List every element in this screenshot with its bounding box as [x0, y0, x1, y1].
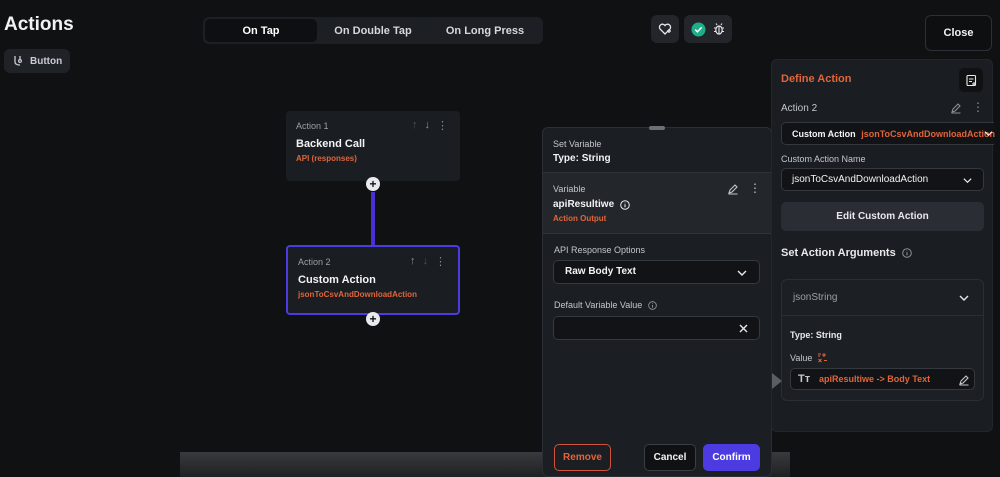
edit-icon[interactable]: [958, 374, 970, 386]
tab-on-long-press[interactable]: On Long Press: [429, 19, 541, 42]
drag-handle[interactable]: [649, 126, 665, 130]
action-node-name: Custom Action: [298, 274, 376, 286]
more-vertical-icon[interactable]: ⋮: [749, 181, 761, 195]
define-action-heading: Define Action: [781, 73, 852, 85]
branch-icon: [12, 55, 24, 67]
arrow-up-icon[interactable]: ↑: [410, 255, 416, 268]
action-type-value: jsonToCsvAndDownloadAction: [861, 129, 996, 139]
add-action-button[interactable]: +: [366, 312, 380, 326]
chevron-down-icon: [962, 175, 973, 186]
action-node-2[interactable]: Action 2 Custom Action jsonToCsvAndDownl…: [286, 245, 460, 315]
api-options-value: Raw Body Text: [565, 266, 636, 277]
edit-custom-action-button[interactable]: Edit Custom Action: [781, 202, 984, 231]
action-node-name: Backend Call: [296, 138, 366, 150]
variable-name: apiResultiwe: [553, 199, 615, 210]
default-value-label: Default Variable Value: [554, 300, 643, 310]
cancel-button[interactable]: Cancel: [644, 444, 696, 471]
info-icon: [648, 300, 658, 310]
tab-on-tap[interactable]: On Tap: [205, 19, 317, 42]
edit-icon[interactable]: [727, 183, 739, 195]
define-action-panel: Define Action Action 2 ⋮ Custom Action j…: [771, 59, 996, 432]
close-button[interactable]: Close: [925, 15, 992, 51]
custom-action-name-label: Custom Action Name: [781, 154, 866, 164]
heart-plus-icon: [658, 22, 672, 36]
widget-chip[interactable]: Button: [4, 49, 70, 73]
argument-name: jsonString: [793, 292, 838, 303]
variable-picker-icon[interactable]: [817, 352, 828, 363]
arrow-down-icon[interactable]: ↓: [423, 255, 429, 268]
widget-chip-label: Button: [30, 55, 63, 67]
variable-source: Action Output: [553, 214, 607, 223]
arguments-heading: Set Action Arguments: [781, 247, 896, 259]
connector-pointer: [772, 373, 782, 389]
check-circle-icon: [691, 22, 706, 37]
custom-action-name-select[interactable]: jsonToCsvAndDownloadAction: [781, 168, 984, 191]
panel-heading: Set Variable: [553, 139, 602, 149]
action-node-sub: jsonToCsvAndDownloadAction: [298, 290, 417, 299]
debug-toggle[interactable]: [684, 15, 732, 43]
api-options-label: API Response Options: [554, 245, 646, 255]
variable-label: Variable: [553, 184, 586, 194]
variable-type: Type: String: [553, 153, 611, 164]
edit-icon[interactable]: [950, 102, 962, 114]
action-number-label: Action 2: [781, 103, 818, 114]
text-type-icon: Tт: [798, 373, 811, 385]
info-icon: [620, 199, 630, 210]
argument-value-text: apiResultiwe -> Body Text: [819, 374, 931, 384]
info-icon: [901, 248, 912, 258]
bug-icon: [712, 22, 726, 36]
remove-button[interactable]: Remove: [554, 444, 611, 471]
argument-card: jsonString Type: String Value Tт apiResu…: [781, 279, 984, 401]
default-value-input[interactable]: [553, 316, 760, 340]
confirm-button[interactable]: Confirm: [703, 444, 760, 471]
more-vertical-icon[interactable]: ⋮: [972, 100, 984, 114]
set-variable-panel: Set Variable Type: String Variable apiRe…: [542, 126, 772, 477]
argument-value-field[interactable]: Tт apiResultiwe -> Body Text: [790, 368, 975, 390]
action-node-sub: API (responses): [296, 154, 357, 163]
arrow-up-icon[interactable]: ↑: [412, 119, 418, 132]
argument-header[interactable]: jsonString: [782, 280, 983, 316]
argument-type: Type: String: [790, 330, 842, 340]
api-options-select[interactable]: Raw Body Text: [553, 260, 760, 284]
custom-action-name-value: jsonToCsvAndDownloadAction: [792, 174, 929, 185]
trigger-tabs: On Tap On Double Tap On Long Press: [203, 17, 543, 44]
page-title: Actions: [4, 14, 74, 35]
value-label: Value: [790, 352, 813, 363]
more-vertical-icon[interactable]: ⋮: [435, 255, 446, 268]
chevron-down-icon: [983, 128, 994, 139]
clear-icon[interactable]: [738, 323, 749, 334]
chevron-down-icon: [958, 292, 970, 304]
tab-on-double-tap[interactable]: On Double Tap: [317, 19, 429, 42]
chevron-down-icon: [736, 267, 748, 279]
action-type-prefix: Custom Action: [792, 129, 856, 139]
document-plus-icon: [965, 74, 978, 87]
heart-plus-button[interactable]: [651, 15, 679, 43]
variable-section: Variable apiResultiwe Action Output ⋮: [543, 172, 771, 234]
flow-connector: [371, 192, 375, 245]
action-type-select[interactable]: Custom Action jsonToCsvAndDownloadAction: [781, 122, 996, 145]
more-vertical-icon[interactable]: ⋮: [437, 119, 448, 132]
add-action-button[interactable]: +: [366, 177, 380, 191]
action-node-1[interactable]: Action 1 Backend Call API (responses) ↑ …: [286, 111, 460, 181]
notes-button[interactable]: [959, 68, 983, 92]
arrow-down-icon[interactable]: ↓: [425, 119, 431, 132]
